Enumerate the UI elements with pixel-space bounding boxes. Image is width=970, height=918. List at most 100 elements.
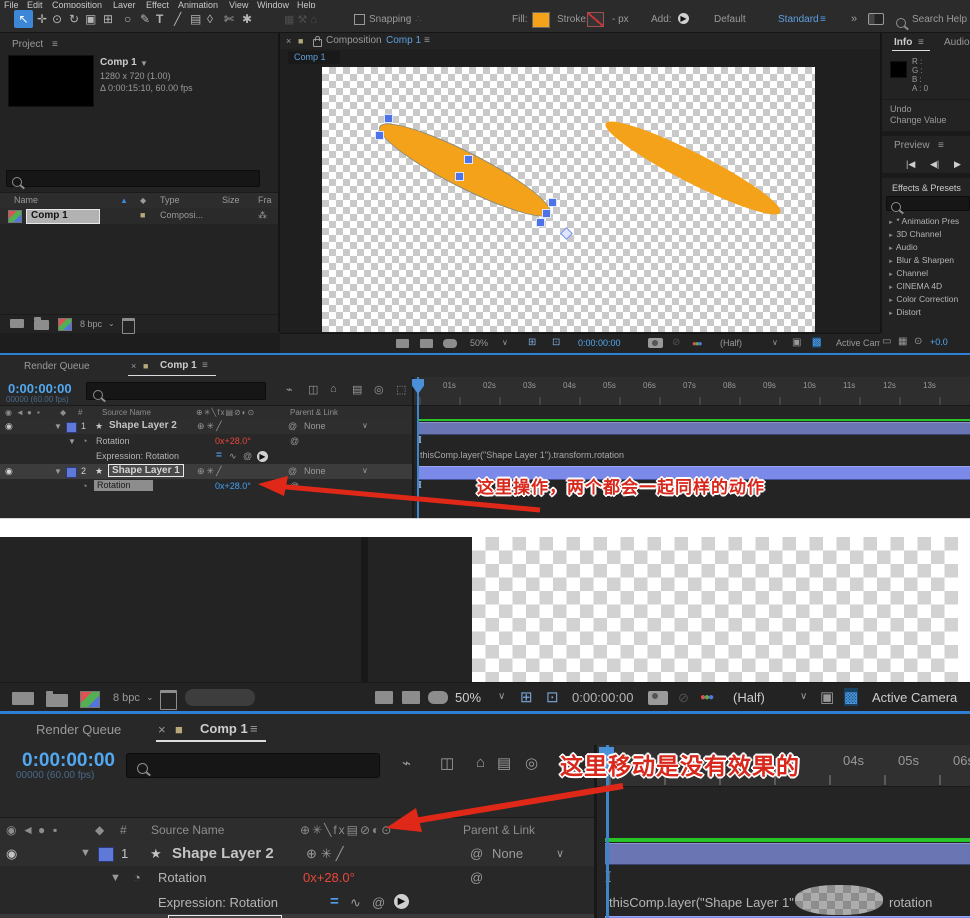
project-tab-label[interactable]: Project xyxy=(12,39,43,50)
comp-canvas-2[interactable] xyxy=(472,537,958,682)
rotation-row-layer1[interactable]: ▼ ◔ Rotation 0x+28.0° @ xyxy=(0,434,412,449)
project-comp-name[interactable]: Comp 1 xyxy=(100,57,137,68)
layer-switches[interactable]: ⊕✳╱ xyxy=(306,846,348,862)
expression-row-layer1[interactable]: Expression: Rotation = ∿ @ ▶ xyxy=(0,449,412,464)
stereo-3d-icon[interactable] xyxy=(443,339,457,348)
stereo-3d-icon[interactable] xyxy=(428,691,448,704)
viewer-tab-close-icon[interactable]: × xyxy=(286,36,291,46)
preview-menu-icon[interactable]: ≡ xyxy=(938,140,944,151)
layer-color-swatch[interactable] xyxy=(66,422,77,433)
selection-handle[interactable] xyxy=(542,209,551,218)
active-camera-value[interactable]: Active Camera xyxy=(872,690,957,705)
effects-search-input[interactable] xyxy=(886,196,970,211)
menu-effect[interactable]: Effect xyxy=(146,0,169,8)
expression-enabled-icon[interactable]: = xyxy=(330,893,339,910)
comp-tab-close-icon[interactable]: × xyxy=(158,722,166,737)
column-size[interactable]: Size xyxy=(222,195,240,205)
rotation-value-expression[interactable]: 0x+28.0° xyxy=(215,436,251,446)
expression-pickwhip-icon[interactable]: @ xyxy=(372,895,385,910)
comp-tab-label[interactable]: Comp 1 xyxy=(200,721,248,736)
stroke-px-label[interactable]: - px xyxy=(612,14,629,25)
layer-color-swatch[interactable] xyxy=(98,847,114,862)
interpret-footage-icon[interactable] xyxy=(12,692,34,705)
camera-tool[interactable]: ▣ xyxy=(85,12,96,26)
composition-flowchart-icon[interactable]: ⌁ xyxy=(286,383,293,396)
parent-caret-icon[interactable]: ∨ xyxy=(362,421,368,430)
composition-flowchart-icon[interactable]: ⌁ xyxy=(402,754,411,772)
snapshot-icon[interactable] xyxy=(648,338,663,348)
layer-bar-shape-layer-2[interactable] xyxy=(417,422,970,435)
effects-item[interactable]: ► 3D Channel xyxy=(882,227,970,240)
always-preview-icon[interactable] xyxy=(375,691,393,704)
timeline-timecode[interactable]: 0:00:00:00 xyxy=(22,750,115,772)
expression-text-after[interactable]: rotation xyxy=(889,895,932,910)
stroke-swatch[interactable] xyxy=(587,12,604,27)
trash-icon[interactable] xyxy=(160,690,177,710)
effects-item[interactable]: ► Color Correction xyxy=(882,292,970,305)
menu-animation[interactable]: Animation xyxy=(178,0,218,8)
workspace-bar-icon[interactable] xyxy=(868,13,884,25)
viewer-tab-menu-icon[interactable]: ≡ xyxy=(424,35,430,46)
menu-view[interactable]: View xyxy=(229,0,248,8)
menu-window[interactable]: Window xyxy=(257,0,289,8)
timeline-search-input[interactable] xyxy=(86,382,266,400)
eye-icon[interactable]: ◉ xyxy=(5,466,13,477)
effects-presets-title[interactable]: Effects & Presets xyxy=(892,183,961,193)
stopwatch-icon[interactable]: ◔ xyxy=(82,436,87,446)
frame-blend-icon[interactable]: ▤ xyxy=(352,383,362,396)
show-channel-icon[interactable]: ●●● xyxy=(692,339,701,348)
motion-blur-icon[interactable]: ◎ xyxy=(374,383,384,396)
render-queue-tab[interactable]: Render Queue xyxy=(36,722,121,737)
stamp-tool[interactable]: ▤ xyxy=(190,12,201,26)
menu-file[interactable]: File xyxy=(4,0,19,8)
effects-item-label[interactable]: Color Correction xyxy=(896,294,958,304)
magnification-caret-icon[interactable]: ∨ xyxy=(502,338,508,347)
preview-play-button[interactable]: ▶ xyxy=(954,159,961,170)
shape-tool[interactable]: ○ xyxy=(124,12,131,26)
parent-dropdown[interactable]: None xyxy=(492,846,523,861)
layer-row-shape-layer-2[interactable]: ◉ ▼ 1 ★ Shape Layer 2 ⊕✳╱ @ None ∨ xyxy=(0,419,412,434)
effects-item-label[interactable]: Blur & Sharpen xyxy=(896,255,954,265)
viewer-subtab[interactable]: Comp 1 xyxy=(288,51,340,64)
property-pickwhip-icon[interactable]: @ xyxy=(470,870,483,885)
new-comp-icon[interactable] xyxy=(58,318,72,331)
workspace-standard[interactable]: Standard xyxy=(778,14,819,25)
sort-ascending-icon[interactable]: ▲ xyxy=(120,196,128,205)
stroke-label[interactable]: Stroke: xyxy=(557,14,589,25)
bpc-caret-icon[interactable]: ⌄ xyxy=(108,319,115,328)
layer-bar-shape-layer-2[interactable] xyxy=(605,843,970,865)
type-tool[interactable]: T xyxy=(156,12,163,26)
effects-item-label[interactable]: Distort xyxy=(896,307,921,317)
comp-tab-menu-icon[interactable]: ≡ xyxy=(250,721,258,736)
comp-tab-label[interactable]: Comp 1 xyxy=(160,360,197,371)
new-folder-icon[interactable] xyxy=(46,694,68,707)
expression-pickwhip-icon[interactable]: @ xyxy=(243,451,252,461)
fill-swatch[interactable] xyxy=(532,12,550,28)
hand-tool[interactable]: ✛ xyxy=(37,12,47,26)
selection-handle[interactable] xyxy=(548,198,557,207)
draft-3d-icon[interactable]: ◫ xyxy=(440,754,454,772)
grid-guides-icon[interactable]: ⊞ xyxy=(520,688,533,706)
timeline-timecode[interactable]: 0:00:00:00 xyxy=(8,381,72,396)
menu-layer[interactable]: Layer xyxy=(113,0,136,8)
viewer-lock-icon[interactable] xyxy=(313,39,322,47)
comp-tab-close-icon[interactable]: × xyxy=(131,361,136,371)
expression-language-icon[interactable]: ▶ xyxy=(394,894,409,909)
layer-color-swatch[interactable] xyxy=(66,467,77,478)
expression-enabled-icon[interactable]: = xyxy=(216,450,222,461)
info-menu-icon[interactable]: ≡ xyxy=(918,37,924,48)
project-row-name[interactable]: Comp 1 xyxy=(26,209,100,224)
viewer-timecode[interactable]: 0:00:00:00 xyxy=(572,690,633,705)
transparency-grid-icon[interactable]: ▩ xyxy=(844,688,858,706)
source-name-column[interactable]: Source Name xyxy=(151,823,224,837)
parent-pickwhip-icon[interactable]: @ xyxy=(470,846,483,861)
effects-item-label[interactable]: Audio xyxy=(896,242,918,252)
expression-graph-icon[interactable]: ∿ xyxy=(229,451,237,462)
eye-icon[interactable]: ◉ xyxy=(5,421,13,432)
layer-row-shape-layer-1[interactable]: ◉ ▼ 2 ★ Shape Layer 1 ⊕✳╱ @ None ∨ xyxy=(0,914,594,918)
selection-handle[interactable] xyxy=(536,218,545,227)
panel-divider[interactable] xyxy=(361,537,368,682)
layer-name[interactable]: Shape Layer 2 xyxy=(109,420,177,431)
stopwatch-icon[interactable]: ◔ xyxy=(82,481,87,491)
fill-label[interactable]: Fill: xyxy=(512,14,528,25)
